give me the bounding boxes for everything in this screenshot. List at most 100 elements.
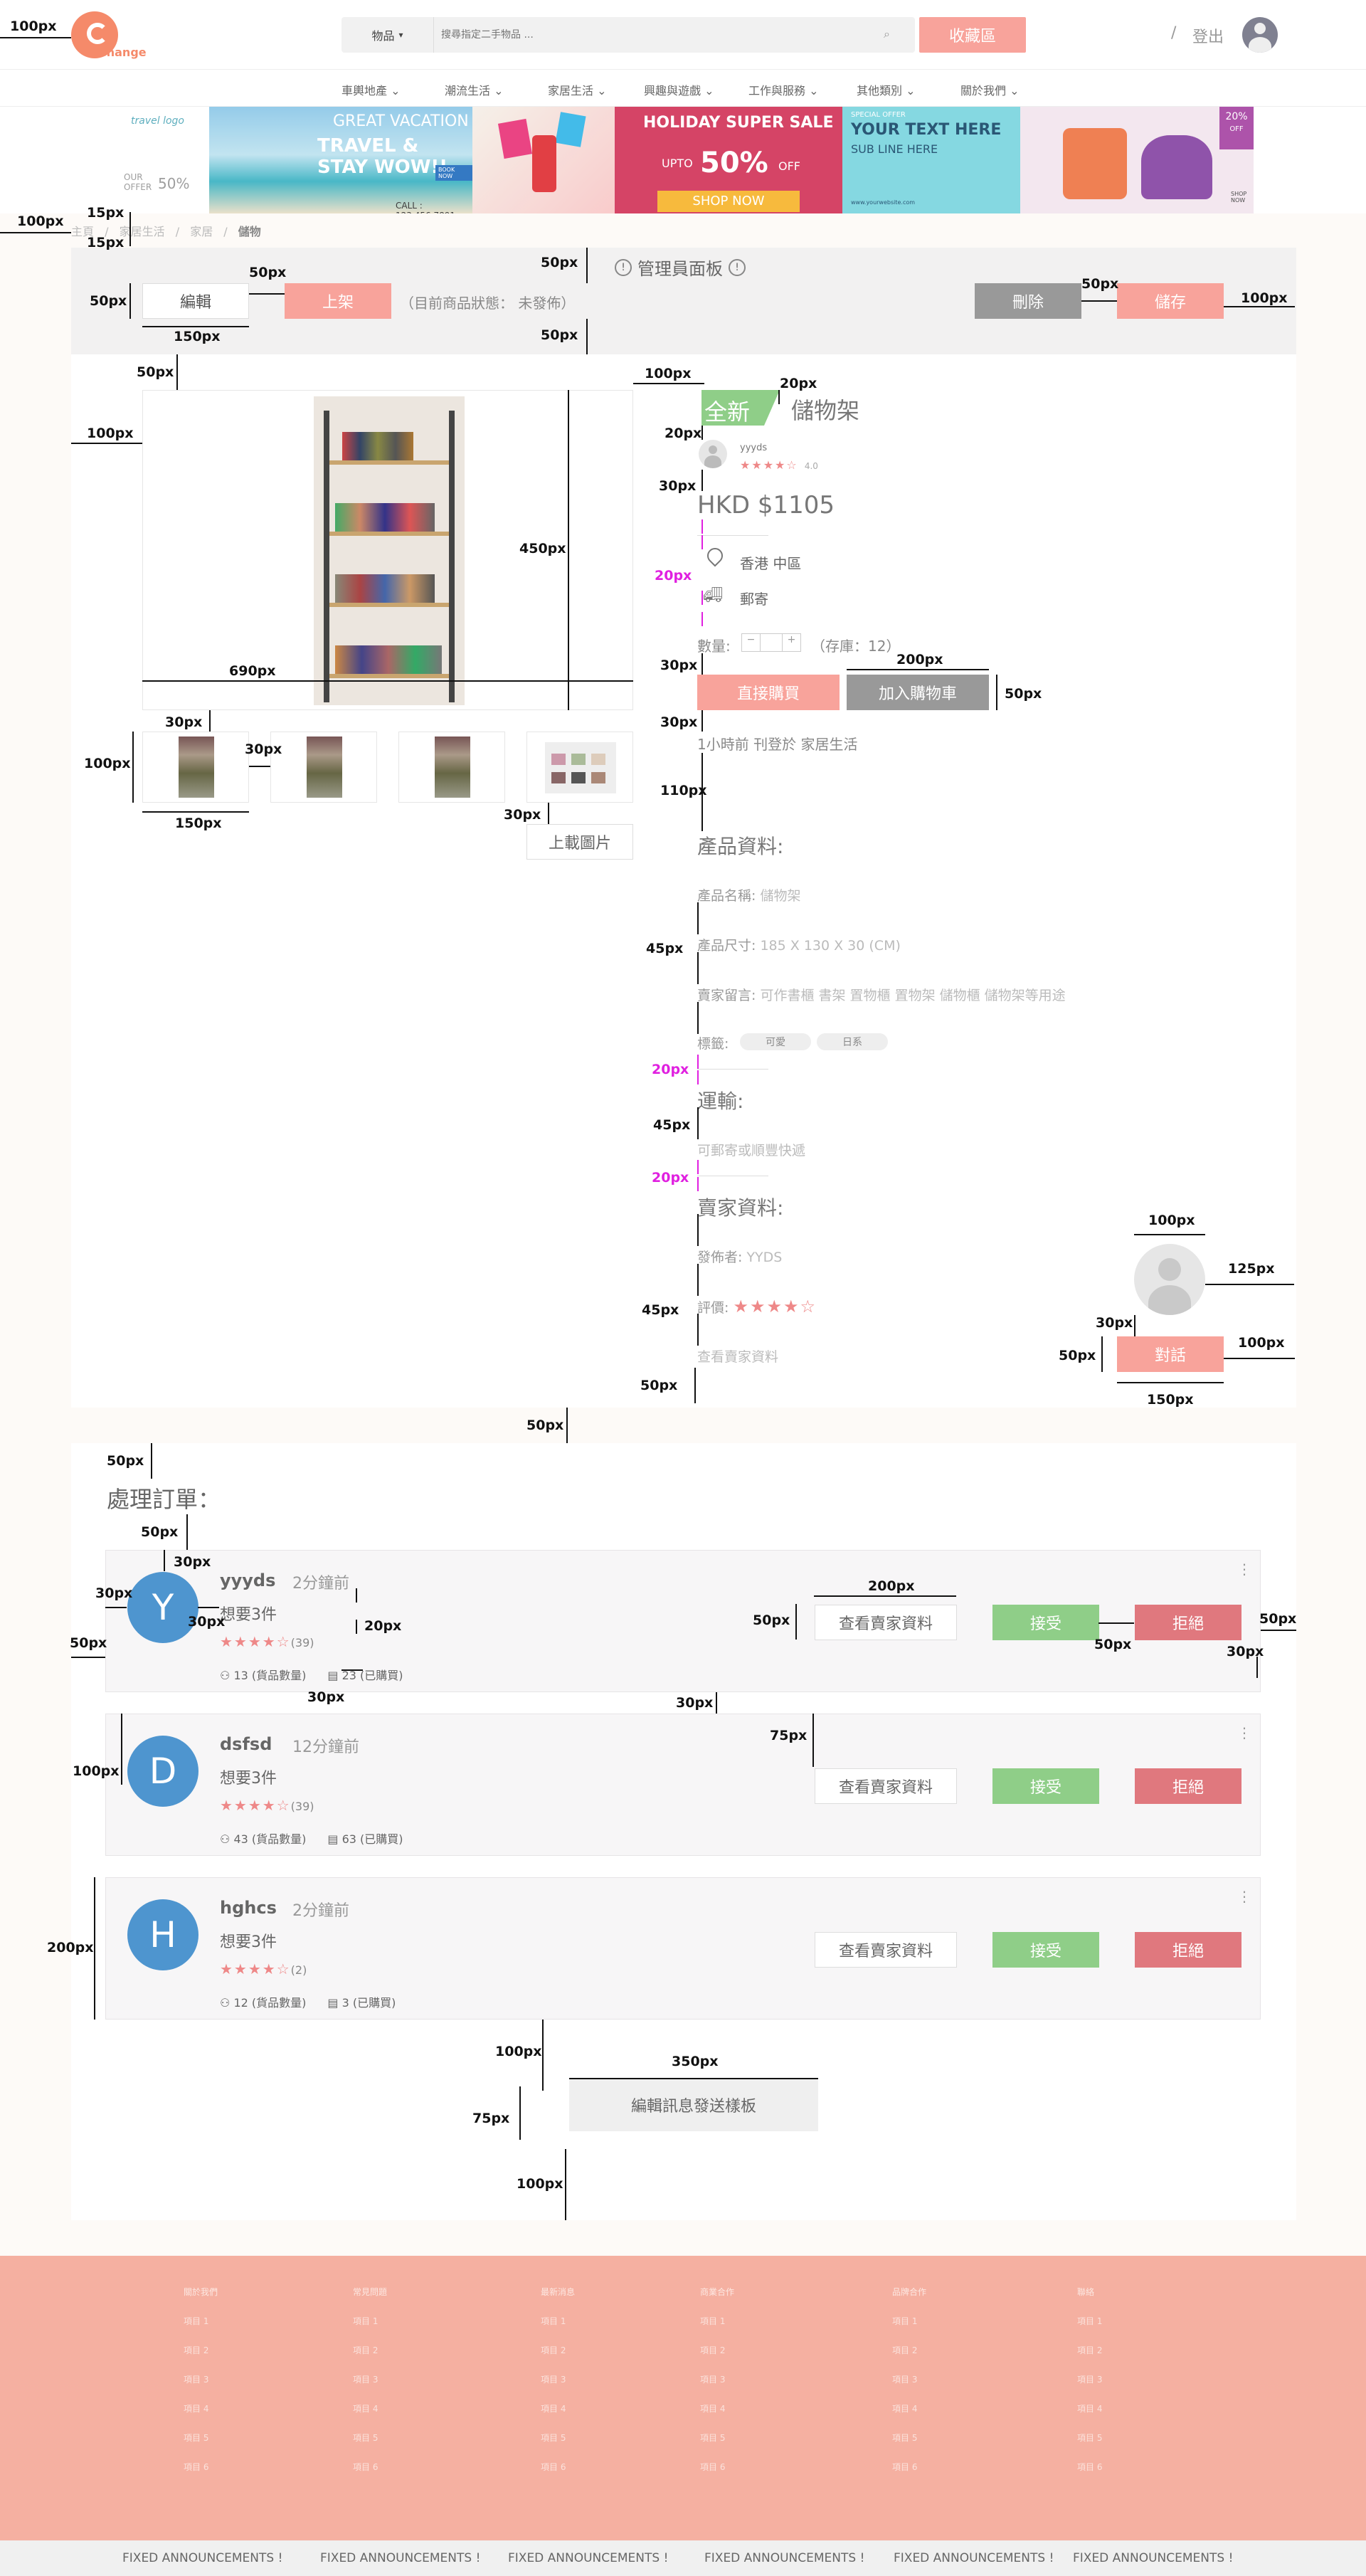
save-button[interactable]: 儲存 — [1117, 283, 1224, 319]
shipping-text: 郵寄 — [740, 591, 768, 608]
add-to-cart-button[interactable]: 加入購物車 — [847, 675, 989, 710]
edit-button[interactable]: 編輯 — [142, 283, 249, 319]
view-seller-button[interactable]: 查看賣家資料 — [815, 1768, 957, 1804]
seller-avatar[interactable] — [699, 440, 727, 468]
logo-text: Change — [98, 46, 147, 59]
goods-icon: ⚇ — [220, 1832, 234, 1846]
view-seller-link[interactable]: 查看賣家資料 — [697, 1346, 778, 1366]
reject-button[interactable]: 拒絕 — [1135, 1932, 1241, 1968]
star-icons: ★★★★☆ — [220, 1797, 291, 1814]
dim-line — [1117, 1382, 1224, 1383]
tag-chip[interactable]: 日系 — [817, 1033, 888, 1050]
dim-line — [94, 1877, 95, 2020]
tag-chip[interactable]: 可愛 — [740, 1033, 811, 1050]
search-icon[interactable]: ⌕ — [884, 27, 890, 41]
avatar[interactable]: H — [127, 1899, 198, 1970]
ad-banner[interactable]: travel logo OUR OFFER 50% GREAT VACATION… — [117, 107, 1254, 213]
view-seller-button[interactable]: 查看賣家資料 — [815, 1605, 957, 1640]
order-user-name[interactable]: yyyds — [220, 1571, 275, 1590]
dim-label: 20px — [364, 1618, 402, 1634]
accept-button[interactable]: 接受 — [992, 1932, 1099, 1968]
quantity-label: 數量: — [697, 638, 731, 655]
divider — [697, 535, 768, 536]
quantity-stepper[interactable]: − + — [741, 633, 801, 652]
logout-link[interactable]: 登出 — [1192, 24, 1224, 47]
dim-label: 50px — [526, 1418, 564, 1433]
orders-title: 處理訂單： — [107, 1486, 221, 1513]
dim-label: 45px — [653, 1117, 691, 1133]
dim-line — [151, 1443, 152, 1479]
nav-item-1[interactable]: 潮流生活 ⌄ — [445, 81, 504, 98]
dim-label: 110px — [660, 783, 707, 798]
dim-line — [701, 519, 703, 534]
thumbnail-1[interactable] — [142, 732, 249, 803]
nav-item-2[interactable]: 家居生活 ⌄ — [548, 81, 607, 98]
category-select[interactable]: 物品 ▾ — [342, 17, 434, 53]
dim-line — [129, 283, 131, 319]
accept-button[interactable]: 接受 — [992, 1768, 1099, 1804]
buy-now-button[interactable]: 直接購買 — [697, 675, 840, 710]
more-icon[interactable]: ⋮ — [1237, 1724, 1251, 1741]
dim-line — [633, 383, 704, 384]
seller-large-avatar[interactable] — [1134, 1244, 1205, 1315]
nav-item-0[interactable]: 車輿地產 ⌄ — [342, 81, 401, 98]
reject-button[interactable]: 拒絕 — [1135, 1605, 1241, 1640]
search-input[interactable] — [441, 17, 868, 53]
dim-line — [1261, 1630, 1296, 1631]
dim-line — [697, 1314, 699, 1346]
seller-name[interactable]: yyyds — [740, 443, 767, 453]
more-icon[interactable]: ⋮ — [1237, 1561, 1251, 1578]
review-row: 評價: ★★★★☆ — [697, 1297, 817, 1316]
nav-item-6[interactable]: 關於我們 ⌄ — [960, 81, 1020, 98]
chevron-down-icon: ▾ — [398, 30, 403, 40]
dim-label: 100px — [10, 19, 57, 34]
dim-line — [697, 1070, 699, 1084]
breadcrumb-item-1[interactable]: 家居生活 — [120, 225, 165, 238]
logo[interactable]: Change — [71, 9, 157, 64]
upload-image-button[interactable]: 上載圖片 — [526, 824, 633, 860]
avatar[interactable]: Y — [127, 1572, 198, 1643]
dim-line — [814, 1595, 956, 1597]
view-seller-button[interactable]: 查看賣家資料 — [815, 1932, 957, 1968]
nav-item-4[interactable]: 工作與服務 ⌄ — [748, 81, 819, 98]
chat-button[interactable]: 對話 — [1117, 1336, 1224, 1372]
dim-line — [694, 1368, 696, 1403]
collect-button[interactable]: 收藏區 — [919, 17, 1026, 53]
reject-button[interactable]: 拒絕 — [1135, 1768, 1241, 1804]
order-user-name[interactable]: hghcs — [220, 1898, 277, 1918]
dim-line — [701, 753, 703, 831]
quantity-plus[interactable]: + — [782, 634, 800, 651]
tags-label: 標籤: — [697, 1036, 729, 1052]
thumbnail-3[interactable] — [398, 732, 505, 803]
dim-label: 15px — [87, 235, 125, 250]
dim-label: 50px — [1094, 1637, 1132, 1652]
order-want: 想要3件 — [220, 1933, 277, 1951]
avatar[interactable] — [1242, 17, 1278, 53]
edit-template-button[interactable]: 編輯訊息發送樣板 — [569, 2078, 818, 2131]
order-user-name[interactable]: dsfsd — [220, 1734, 272, 1754]
thumbnail-4[interactable] — [526, 732, 633, 803]
delete-button[interactable]: 刪除 — [975, 283, 1081, 319]
dim-line — [1205, 1284, 1294, 1285]
order-stats: ⚇ 13 (貨品數量) ▤ 23 (已購買) — [220, 1669, 403, 1682]
dim-line — [569, 2078, 818, 2079]
nav-item-3[interactable]: 興趣與遊戲 ⌄ — [644, 81, 714, 98]
publish-button[interactable]: 上架 — [285, 283, 391, 319]
nav-item-5[interactable]: 其他類別 ⌄ — [857, 81, 916, 98]
breadcrumb-item-2[interactable]: 家居 — [190, 225, 213, 238]
dim-label: 30px — [307, 1689, 345, 1705]
dim-line — [142, 326, 249, 327]
thumbnail-2[interactable] — [270, 732, 377, 803]
avatar[interactable]: D — [127, 1736, 198, 1807]
goods-icon: ⚇ — [220, 1669, 234, 1682]
order-time: 12分鐘前 — [292, 1738, 359, 1756]
accept-button[interactable]: 接受 — [992, 1605, 1099, 1640]
dim-label: 30px — [1227, 1644, 1264, 1659]
more-icon[interactable]: ⋮ — [1237, 1888, 1251, 1905]
star-icons: ★★★★☆ — [740, 458, 798, 472]
quantity-minus[interactable]: − — [742, 634, 761, 651]
poster-row: 發佈者: YYDS — [697, 1250, 783, 1265]
bought-icon: ▤ — [327, 1996, 342, 2010]
logout-icon[interactable]: / — [1171, 24, 1176, 42]
dim-line — [209, 710, 211, 732]
